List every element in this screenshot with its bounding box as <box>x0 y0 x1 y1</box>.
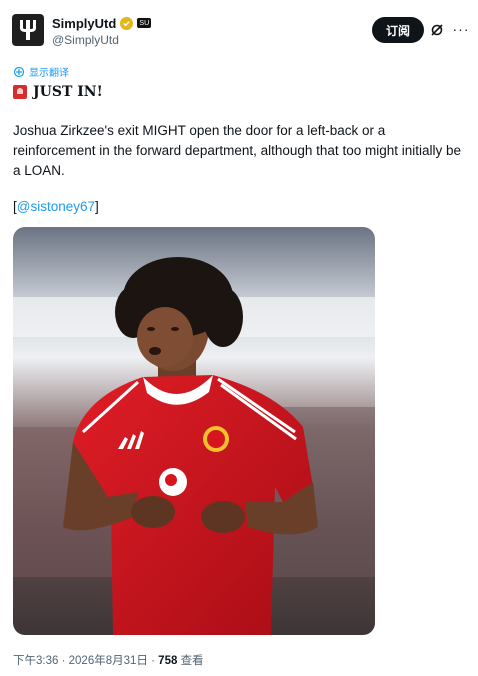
tweet-headline: JUST IN! <box>13 84 103 100</box>
tweet-header: SimplyUtd SU @SimplyUtd 订阅 ··· <box>12 14 469 54</box>
more-icon[interactable]: ··· <box>452 19 470 39</box>
headline-text: JUST IN! <box>33 84 103 100</box>
translate-icon <box>13 66 25 77</box>
display-name[interactable]: SimplyUtd <box>52 16 116 31</box>
tweet-time[interactable]: 下午3:36 <box>13 655 58 667</box>
tweet-date[interactable]: 2026年8月31日 <box>69 655 148 667</box>
mention-link[interactable]: @sistoney67 <box>17 199 95 214</box>
tweet-photo[interactable] <box>13 227 375 635</box>
player-photo-illustration <box>13 227 375 635</box>
avatar[interactable] <box>12 14 44 46</box>
views-count: 758 <box>158 655 178 667</box>
show-translation-label: 显示翻译 <box>29 68 69 79</box>
meta-separator-2: · <box>151 655 155 667</box>
mention-close-bracket: ] <box>95 199 99 214</box>
subscribe-button[interactable]: 订阅 <box>372 17 424 43</box>
verified-badge-icon <box>120 16 134 30</box>
account-names: SimplyUtd SU @SimplyUtd <box>52 14 152 47</box>
show-translation-link[interactable]: 显示翻译 <box>13 64 69 79</box>
grok-icon[interactable] <box>430 23 444 37</box>
tweet-body: Joshua Zirkzee's exit MIGHT open the doo… <box>13 123 461 178</box>
siren-icon <box>13 85 27 99</box>
affiliate-badge[interactable]: SU <box>137 18 152 28</box>
views-label: 查看 <box>180 655 204 667</box>
meta-separator-1: · <box>61 655 66 667</box>
name-row: SimplyUtd SU <box>52 14 152 32</box>
account-handle[interactable]: @SimplyUtd <box>52 33 151 47</box>
trident-logo-icon <box>20 20 36 40</box>
mention-line: [@sistoney67] <box>13 199 99 214</box>
tweet-meta: 下午3:36 · 2026年8月31日 · 758 查看 <box>13 652 204 668</box>
